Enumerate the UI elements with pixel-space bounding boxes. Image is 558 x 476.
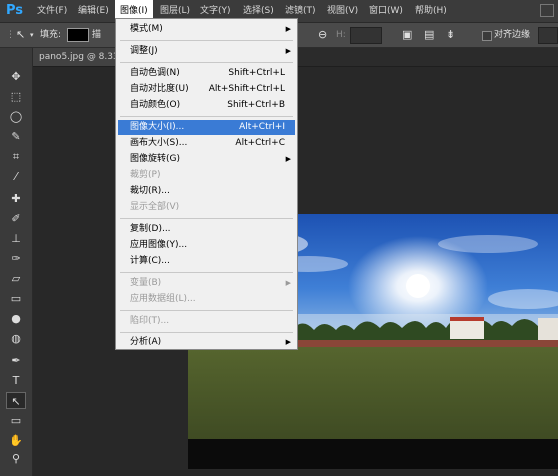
image-bottom-border (188, 439, 558, 469)
image-menu-dropdown: 模式(M) ▶ 调整(J) ▶ 自动色调(N) Shift+Ctrl+L 自动对比度(… (115, 18, 298, 350)
move-tool-icon[interactable]: ✥ (6, 68, 26, 85)
document-tab[interactable]: pano5.jpg @ 8.33 (33, 48, 125, 66)
menu-separator (120, 116, 293, 117)
submenu-arrow-icon: ▶ (285, 25, 291, 33)
menu-separator (120, 62, 293, 63)
quick-select-tool-icon[interactable]: ✎ (6, 128, 26, 145)
lasso-tool-icon[interactable]: ◯ (6, 108, 26, 125)
menu-separator (120, 218, 293, 219)
menu-item-variables: 变量(B) ▶ (118, 276, 295, 291)
menu-view[interactable]: 视图(V) (322, 0, 363, 22)
history-brush-tool-icon[interactable]: ✑ (6, 250, 26, 267)
tools-panel: ✥ ⬚ ◯ ✎ ⌗ ⁄ ✚ ✐ ⊥ ✑ ▱ ▭ ● ◍ ✒ T ↖ ▭ ✋ ⚲ (0, 48, 33, 476)
pen-tool-icon[interactable]: ✒ (6, 352, 26, 369)
type-tool-icon[interactable]: T (6, 372, 26, 389)
menu-separator (120, 272, 293, 273)
zoom-tool-icon[interactable]: ⚲ (6, 450, 26, 467)
submenu-arrow-icon: ▶ (285, 338, 291, 346)
hand-tool-icon[interactable]: ✋ (6, 432, 26, 449)
submenu-arrow-icon: ▶ (285, 279, 291, 287)
brush-tool-icon[interactable]: ✐ (6, 210, 26, 227)
path-alignment-icon[interactable]: ▤ (424, 28, 434, 42)
menu-item-canvas-size[interactable]: 画布大小(S)... Alt+Ctrl+C (118, 136, 295, 151)
menu-item-duplicate[interactable]: 复制(D)... (118, 222, 295, 237)
menu-file[interactable]: 文件(F) (32, 0, 72, 22)
fill-color-swatch[interactable] (67, 28, 89, 42)
eyedropper-tool-icon[interactable]: ⁄ (6, 168, 26, 185)
menu-window[interactable]: 窗口(W) (364, 0, 408, 22)
fill-label: 填充: (40, 30, 62, 40)
window-control-icon[interactable] (540, 4, 554, 17)
menu-item-calculations[interactable]: 计算(C)... (118, 254, 295, 269)
menu-edit[interactable]: 编辑(E) (73, 0, 114, 22)
menu-item-image-size[interactable]: 图像大小(I)... Alt+Ctrl+I (118, 120, 295, 135)
align-edges-label: 对齐边缘 (494, 30, 531, 40)
photoshop-logo: Ps (6, 3, 24, 18)
path-selection-tool-icon[interactable]: ↖ (6, 392, 26, 409)
height-label: H: (336, 30, 346, 40)
menu-item-adjustments[interactable]: 调整(J) ▶ (118, 44, 295, 59)
path-operations-icon[interactable]: ▣ (402, 28, 412, 42)
height-input[interactable] (350, 27, 382, 44)
blur-tool-icon[interactable]: ● (6, 310, 26, 327)
workspace-switcher[interactable] (538, 27, 558, 44)
clone-stamp-tool-icon[interactable]: ⊥ (6, 230, 26, 247)
crop-tool-icon[interactable]: ⌗ (6, 148, 26, 165)
align-edges-checkbox[interactable] (482, 31, 492, 41)
menu-item-analysis[interactable]: 分析(A) ▶ (118, 335, 295, 350)
menu-item-reveal-all: 显示全部(V) (130, 202, 180, 212)
stroke-label: 描 (92, 30, 102, 40)
submenu-arrow-icon: ▶ (285, 47, 291, 55)
eraser-tool-icon[interactable]: ▱ (6, 270, 26, 287)
rectangle-tool-icon[interactable]: ▭ (6, 412, 26, 429)
link-icon[interactable]: ⊖ (318, 28, 327, 42)
menu-item-mode[interactable]: 模式(M) ▶ (118, 22, 295, 37)
menu-item-trim[interactable]: 裁切(R)... (118, 184, 295, 199)
menu-item-apply-data-set: 应用数据组(L)... (130, 294, 196, 304)
healing-brush-tool-icon[interactable]: ✚ (6, 190, 26, 207)
marquee-tool-icon[interactable]: ⬚ (6, 88, 26, 105)
chevron-down-icon[interactable]: ▾ (30, 28, 34, 42)
menu-item-image-rotation[interactable]: 图像旋转(G) ▶ (118, 152, 295, 167)
menu-separator (120, 40, 293, 41)
menu-item-trap: 陷印(T)... (130, 316, 170, 326)
path-select-tool-icon[interactable]: ↖ (16, 28, 25, 42)
menu-item-auto-color[interactable]: 自动颜色(O) Shift+Ctrl+B (118, 98, 295, 113)
menu-item-auto-contrast[interactable]: 自动对比度(U) Alt+Shift+Ctrl+L (118, 82, 295, 97)
menu-help[interactable]: 帮助(H) (410, 0, 452, 22)
dodge-tool-icon[interactable]: ◍ (6, 330, 26, 347)
menu-separator (120, 310, 293, 311)
grip-icon: ⋮ (6, 30, 15, 40)
menu-item-auto-tone[interactable]: 自动色调(N) Shift+Ctrl+L (118, 66, 295, 81)
menu-separator (120, 332, 293, 333)
menu-item-apply-image[interactable]: 应用图像(Y)... (118, 238, 295, 253)
path-arrangement-icon[interactable]: ⇟ (446, 28, 455, 42)
gradient-tool-icon[interactable]: ▭ (6, 290, 26, 307)
submenu-arrow-icon: ▶ (285, 155, 291, 163)
menu-item-crop: 裁剪(P) (130, 170, 161, 180)
